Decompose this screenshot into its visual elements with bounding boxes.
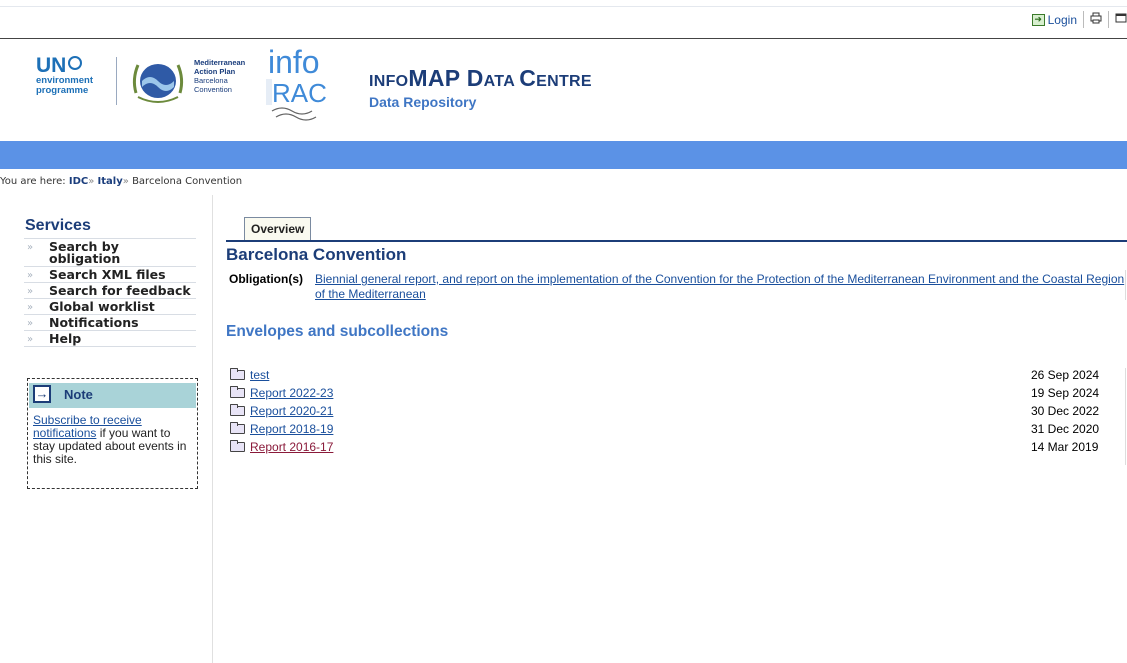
note-box: → Note Subscribe to receive notification…: [27, 378, 198, 489]
date-column-rule: [1125, 368, 1126, 465]
chevron-right-icon: »: [27, 302, 34, 313]
obligation-label: Obligation(s): [229, 272, 303, 286]
envelope-link[interactable]: Report 2018-19: [250, 422, 333, 437]
site-title: INFOMAP DATA CENTRE: [369, 65, 592, 92]
top-toolbar: ➜ Login: [0, 0, 1127, 39]
breadcrumb-prefix: You are here:: [0, 176, 69, 187]
blue-nav-band: [0, 141, 1127, 169]
fullscreen-icon[interactable]: [1115, 12, 1127, 27]
services-menu: » Search by obligation » Search XML files …: [24, 238, 196, 347]
envelope-date: 19 Sep 2024: [1031, 386, 1100, 400]
envelope-link[interactable]: test: [250, 368, 269, 383]
sidebar-item-label: Notifications: [49, 315, 139, 330]
logo-divider: [116, 57, 117, 105]
map-line2: Action Plan: [194, 67, 236, 76]
folder-icon: [230, 440, 245, 452]
sidebar-item-search-by-obligation[interactable]: » Search by obligation: [24, 238, 196, 266]
breadcrumb-current: Barcelona Convention: [132, 176, 243, 187]
note-title: Note: [64, 387, 93, 402]
inforac-logo[interactable]: info RAC: [266, 44, 330, 130]
folder-icon: [230, 368, 245, 380]
site-title-part: C: [519, 65, 537, 91]
envelope-link[interactable]: Report 2016-17: [250, 440, 333, 455]
obligation-link[interactable]: Biennial general report, and report on t…: [315, 272, 1125, 302]
map-line3: Barcelona: [194, 76, 228, 85]
login-link[interactable]: Login: [1048, 13, 1077, 27]
list-item: Report 2018-19 31 Dec 2020: [229, 422, 1127, 440]
toolbar-tools: ➜ Login: [1031, 11, 1127, 28]
sidebar-item-label: Global worklist: [49, 299, 155, 314]
page-title: Barcelona Convention: [226, 245, 407, 264]
site-header: UN environment programme Mediterranean A…: [0, 39, 1127, 139]
sidebar-item-notifications[interactable]: » Notifications: [24, 314, 196, 330]
chevron-right-icon: »: [27, 286, 34, 297]
site-title-part: MAP: [408, 65, 467, 91]
breadcrumb-separator: »: [88, 176, 95, 187]
folder-icon: [230, 404, 245, 416]
list-item: Report 2020-21 30 Dec 2022: [229, 404, 1127, 422]
sidebar-item-search-for-feedback[interactable]: » Search for feedback: [24, 282, 196, 298]
map-emblem-icon[interactable]: [128, 53, 188, 114]
right-rule: [1125, 270, 1126, 300]
list-item: test 26 Sep 2024: [229, 368, 1127, 386]
inforac-logo-rac: RAC: [272, 78, 327, 108]
envelopes-heading: Envelopes and subcollections: [226, 323, 449, 340]
map-line4: Convention: [194, 85, 232, 94]
print-icon[interactable]: [1090, 12, 1102, 27]
tab-overview[interactable]: Overview: [244, 217, 312, 240]
breadcrumb-idc[interactable]: IDC: [69, 176, 88, 187]
map-logo-text: Mediterranean Action Plan Barcelona Conv…: [194, 58, 245, 94]
sidebar-item-label: Search XML files: [49, 267, 166, 282]
unep-logo-line3: programme: [36, 85, 89, 96]
sidebar-item-help[interactable]: » Help: [24, 330, 196, 347]
site-title-part: ENTRE: [536, 73, 592, 90]
tab-underline: [226, 240, 1127, 242]
chevron-right-icon: »: [27, 334, 34, 345]
list-item: Report 2022-23 19 Sep 2024: [229, 386, 1127, 404]
sidebar-item-search-xml-files[interactable]: » Search XML files: [24, 266, 196, 282]
folder-icon: [230, 386, 245, 398]
left-sidebar: Services » Search by obligation » Search X…: [0, 195, 213, 663]
envelope-link[interactable]: Report 2020-21: [250, 404, 333, 419]
site-subtitle: Data Repository: [369, 94, 477, 110]
site-title-part: INFO: [369, 73, 409, 90]
breadcrumb: You are here: IDC» Italy» Barcelona Conv…: [0, 176, 242, 187]
map-line1: Mediterranean: [194, 58, 246, 67]
toolbar-separator: [1108, 11, 1109, 28]
top-divider: [0, 6, 1127, 7]
login-icon[interactable]: ➜: [1031, 13, 1045, 26]
envelope-date: 31 Dec 2020: [1031, 422, 1100, 436]
envelope-date: 26 Sep 2024: [1031, 368, 1100, 382]
services-heading: Services: [25, 217, 91, 234]
chevron-right-icon: »: [27, 242, 34, 253]
un-globe-icon: [68, 56, 83, 70]
envelope-date: 14 Mar 2019: [1031, 440, 1099, 454]
note-body: Subscribe to receive notifications if yo…: [28, 408, 197, 466]
site-title-part: D: [466, 65, 484, 91]
envelope-link[interactable]: Report 2022-23: [250, 386, 333, 401]
sidebar-item-label: Search by obligation: [49, 239, 121, 266]
chevron-right-icon: »: [27, 318, 34, 329]
site-title-part: ATA: [483, 73, 520, 90]
sidebar-item-label: Help: [49, 331, 82, 346]
inforac-logo-info: info: [268, 45, 320, 80]
envelope-date: 30 Dec 2022: [1031, 404, 1100, 418]
chevron-right-icon: »: [27, 270, 34, 281]
note-header: → Note: [29, 383, 196, 408]
unep-logo[interactable]: UN environment programme: [36, 55, 106, 107]
sidebar-item-global-worklist[interactable]: » Global worklist: [24, 298, 196, 314]
arrow-right-icon: →: [33, 385, 51, 403]
list-item: Report 2016-17 14 Mar 2019: [229, 440, 1127, 458]
breadcrumb-separator: »: [122, 176, 129, 187]
folder-icon: [230, 422, 245, 434]
toolbar-separator: [1083, 11, 1084, 28]
unep-logo-un: UN: [36, 54, 67, 77]
breadcrumb-italy[interactable]: Italy: [98, 176, 123, 187]
envelopes-list: test 26 Sep 2024 Report 2022-23 19 Sep 2…: [229, 368, 1127, 458]
sidebar-item-label: Search for feedback: [49, 283, 191, 298]
